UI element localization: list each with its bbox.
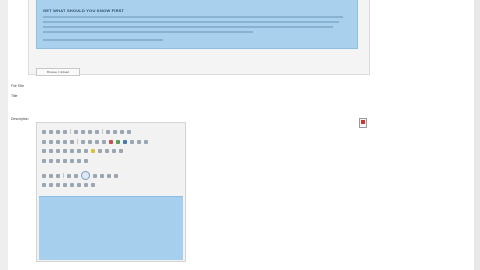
print-icon[interactable]	[100, 173, 104, 178]
editor-toolbar-row-1	[42, 129, 131, 134]
notice-text-line	[43, 16, 343, 18]
spellcheck-icon[interactable]	[74, 173, 78, 178]
info-notice: GET WHAT SHOULD YOU KNOW FIRST	[36, 0, 358, 49]
rtl-icon[interactable]	[49, 183, 53, 187]
notice-title: GET WHAT SHOULD YOU KNOW FIRST	[43, 8, 125, 13]
editor-toolbar-row-6	[42, 183, 95, 187]
toolbar-separator	[77, 139, 78, 144]
notice-text-line	[43, 39, 163, 41]
cell-props-icon[interactable]	[112, 149, 116, 153]
styles-dropdown-icon[interactable]	[106, 129, 110, 134]
rich-text-editor[interactable]	[36, 122, 186, 262]
notice-text-line	[43, 26, 333, 28]
align-center-icon[interactable]	[81, 129, 85, 134]
italic-icon[interactable]	[49, 129, 53, 134]
bullet-list-icon[interactable]	[81, 139, 85, 144]
forecolor-icon[interactable]	[77, 149, 81, 153]
scrollbar-track[interactable]	[474, 0, 480, 270]
indent-icon[interactable]	[102, 139, 106, 144]
file-title-label: File Title	[11, 84, 25, 88]
blockquote-icon[interactable]	[63, 183, 67, 187]
abbr-icon[interactable]	[114, 173, 118, 178]
outdent-icon[interactable]	[95, 139, 99, 144]
size-dropdown-icon[interactable]	[127, 129, 131, 134]
cite-icon[interactable]	[70, 183, 74, 187]
visual-aid-icon[interactable]	[67, 173, 71, 178]
emoticon-icon[interactable]	[91, 149, 95, 153]
editor-toolbar-row-2	[42, 139, 148, 144]
editor-text-area[interactable]	[39, 196, 183, 260]
acronym-icon[interactable]	[77, 183, 81, 187]
help-icon[interactable]	[56, 149, 60, 153]
charmap-icon[interactable]	[70, 159, 74, 163]
paste-icon[interactable]	[56, 139, 60, 144]
title-label: Title	[11, 94, 18, 98]
move-forward-icon[interactable]	[49, 173, 53, 178]
media-icon[interactable]	[77, 159, 81, 163]
del-icon[interactable]	[84, 183, 88, 187]
strikethrough-icon[interactable]	[63, 129, 67, 134]
editor-toolbar-row-3	[42, 149, 123, 153]
toolbar-separator	[102, 129, 103, 134]
upload-button[interactable]: Browse | Upload	[36, 68, 80, 76]
unlink-icon[interactable]	[130, 139, 134, 144]
copy-icon[interactable]	[49, 139, 53, 144]
ltr-icon[interactable]	[42, 183, 46, 187]
hr-icon[interactable]	[42, 159, 46, 163]
find-icon[interactable]	[63, 139, 67, 144]
row-props-icon[interactable]	[105, 149, 109, 153]
numbered-list-icon[interactable]	[88, 139, 92, 144]
superscript-icon[interactable]	[63, 159, 67, 163]
anchor-icon[interactable]	[137, 139, 141, 144]
image-icon[interactable]	[144, 139, 148, 144]
editor-toolbar-row-5	[42, 171, 118, 180]
remove-format-icon[interactable]	[49, 159, 53, 163]
page: GET WHAT SHOULD YOU KNOW FIRST Browse | …	[0, 0, 480, 270]
preview-icon[interactable]	[70, 149, 74, 153]
table-icon[interactable]	[98, 149, 102, 153]
notice-text-line	[43, 21, 339, 23]
template-icon[interactable]	[93, 173, 97, 178]
editor-toolbar-row-4	[42, 159, 88, 163]
align-right-icon[interactable]	[88, 129, 92, 134]
bold-icon[interactable]	[42, 129, 46, 134]
toolbar-separator	[70, 129, 71, 134]
cut-icon[interactable]	[42, 139, 46, 144]
align-left-icon[interactable]	[74, 129, 78, 134]
font-dropdown-icon[interactable]	[120, 129, 124, 134]
html-icon[interactable]	[63, 149, 67, 153]
justify-icon[interactable]	[95, 129, 99, 134]
pagebreak-icon[interactable]	[107, 173, 111, 178]
code-icon[interactable]	[42, 149, 46, 153]
description-label: Description	[11, 117, 29, 121]
underline-icon[interactable]	[56, 129, 60, 134]
link-icon[interactable]	[123, 139, 127, 144]
spellcheck-dropdown-icon[interactable]	[81, 171, 90, 180]
replace-icon[interactable]	[70, 139, 74, 144]
ins-icon[interactable]	[91, 183, 95, 187]
fullscreen-icon[interactable]	[84, 159, 88, 163]
insert-row-icon[interactable]	[119, 149, 123, 153]
redo-icon[interactable]	[116, 139, 120, 144]
left-gutter	[0, 0, 8, 270]
cleanup-icon[interactable]	[49, 149, 53, 153]
nonbreaking-icon[interactable]	[56, 183, 60, 187]
undo-icon[interactable]	[109, 139, 113, 144]
layer-icon[interactable]	[42, 173, 46, 178]
toolbar-separator	[63, 173, 64, 178]
move-backward-icon[interactable]	[56, 173, 60, 178]
pdf-file-icon[interactable]	[359, 118, 367, 128]
subscript-icon[interactable]	[56, 159, 60, 163]
backcolor-icon[interactable]	[84, 149, 88, 153]
notice-text-line	[43, 31, 253, 33]
format-dropdown-icon[interactable]	[113, 129, 117, 134]
